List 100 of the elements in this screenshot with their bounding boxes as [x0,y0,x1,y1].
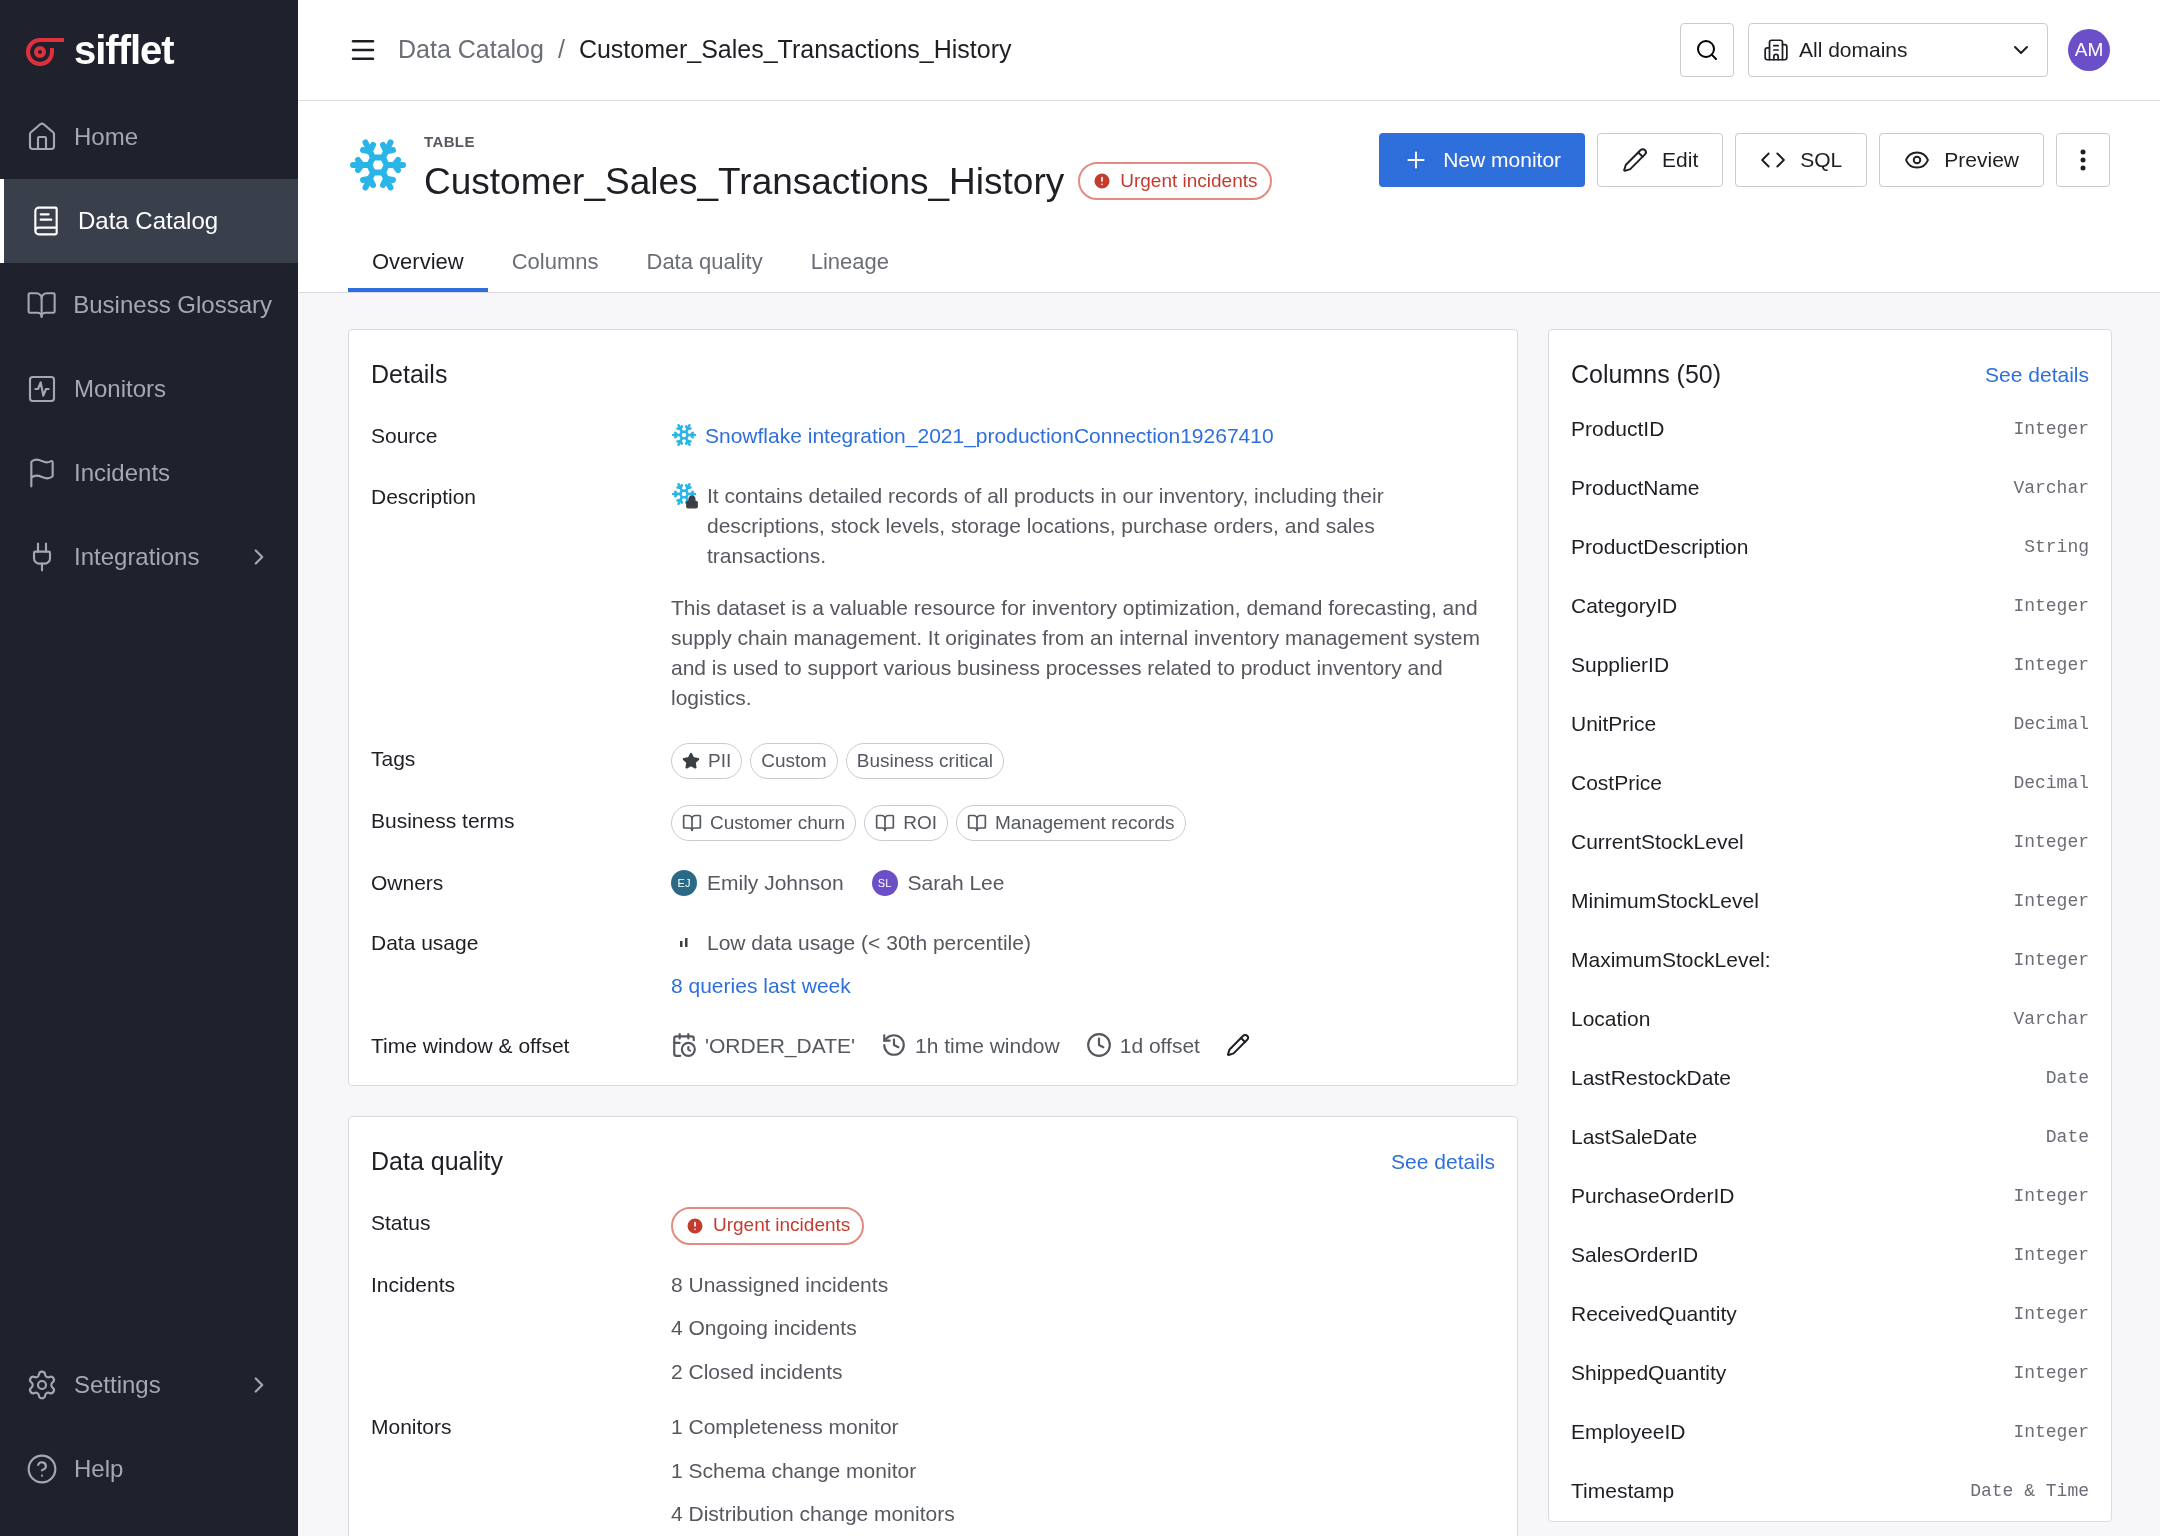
card-title: Columns (50) [1571,359,1722,390]
column-name: Timestamp [1571,1478,1675,1505]
logo-text: sifflet [74,27,174,74]
column-type: Decimal [2013,712,2089,736]
status-badge: Urgent incidents [671,1206,865,1245]
sidebar-item[interactable]: Help [0,1427,298,1511]
owner-avatar: EJ [671,869,697,896]
sidebar-item[interactable]: Settings [0,1343,298,1427]
action-button[interactable]: Edit [1597,133,1724,187]
incident-count: 2 Closed incidents [671,1358,844,1385]
breadcrumb-item: Customer_Sales_Transactions_History [578,34,1012,66]
column-name: SupplierID [1571,652,1670,679]
open-book-icon [682,813,702,833]
breadcrumb-separator: / [557,34,565,66]
breadcrumb-item[interactable]: Data Catalog [398,31,544,69]
domain-dropdown[interactable]: All domains [1748,23,2048,77]
column-type: Integer [2013,1243,2089,1267]
queries-link[interactable]: 8 queries last week [671,970,1031,1002]
column-name: ProductDescription [1571,534,1749,561]
column-name: SalesOrderID [1571,1242,1699,1269]
type-label: TABLE [424,132,476,152]
search-icon [1695,38,1719,62]
action-button[interactable]: SQL [1735,133,1868,187]
search-button[interactable] [1680,23,1734,77]
column-type: String [2024,535,2089,559]
field-label: Source [371,422,439,449]
card-title: Data quality [371,1146,504,1177]
see-details-link[interactable]: See details [1391,1146,1495,1178]
open-book-icon [966,813,987,833]
usage-bars-icon [680,937,688,947]
tab[interactable]: Columns [487,235,623,292]
column-name: PurchaseOrderID [1571,1183,1735,1210]
building-icon [1763,37,1789,63]
owner-avatar: SL [871,869,898,896]
incident-count: 4 Ongoing incidents [671,1315,858,1341]
settings-icon [26,1369,58,1401]
open-book-icon [26,289,58,321]
action-button[interactable]: New monitor [1379,133,1586,187]
incident-count: 8 Unassigned incidents [671,1271,889,1298]
sidebar-item[interactable]: Monitors [0,347,298,431]
help-icon [26,1453,58,1485]
calendar-clock-icon [671,1032,697,1059]
field-label: Tags [371,746,417,772]
column-name: ProductName [1571,475,1700,502]
owner-name: Emily Johnson [707,870,844,896]
sidebar-item[interactable]: Incidents [0,431,298,515]
sidebar-item[interactable]: Integrations [0,515,298,599]
time-window: 1h time window [915,1029,1060,1061]
column-type: Integer [2013,417,2089,441]
column-type: Decimal [2013,771,2089,795]
source-link[interactable]: Snowflake integration_2021_productionConnection19267410 [705,419,1274,451]
page-title: Customer_Sales_Transactions_History [424,159,1065,204]
open-book-icon [875,813,896,833]
time-column: 'ORDER_DATE' [705,1029,855,1061]
edit-icon[interactable] [1225,1033,1250,1058]
chart-icon [26,373,58,405]
column-type: Varchar [2013,476,2089,500]
description-text: This dataset is a valuable resource for inventory optimization, demand forecasting, and supply chain management. It originates from an internal inventory management system and is used to support various business processes related to product inventory and logistics. [671,595,1481,711]
column-type: Integer [2013,653,2089,677]
column-name: ShippedQuantity [1571,1360,1727,1387]
status-badge: Urgent incidents [1078,162,1272,201]
field-label: Incidents [371,1271,457,1298]
column-type: Date & Time [1970,1479,2089,1503]
column-name: LastSaleDate [1571,1124,1698,1151]
column-type: Varchar [2013,1007,2089,1031]
column-type: Integer [2013,948,2089,972]
column-name: ReceivedQuantity [1571,1301,1737,1328]
field-label: Description [371,484,478,510]
field-label: Data usage [371,929,480,956]
monitor-count: 1 Completeness monitor [671,1414,900,1440]
sidebar-item[interactable]: Home [0,95,298,179]
column-name: CostPrice [1571,770,1663,797]
tab[interactable]: Data quality [622,235,787,292]
tab[interactable]: Lineage [786,235,913,292]
user-avatar[interactable]: AM [2068,29,2110,71]
pencil-icon [1622,147,1649,173]
monitor-count: 1 Schema change monitor [671,1457,918,1484]
column-type: Date [2045,1066,2089,1090]
column-type: Integer [2013,1361,2089,1385]
action-button[interactable]: Preview [1879,133,2044,187]
column-name: UnitPrice [1571,711,1657,738]
card-title: Details [371,359,449,390]
column-name: MaximumStockLevel: [1571,947,1771,974]
field-label: Monitors [371,1414,453,1440]
field-label: Owners [371,870,445,896]
sidebar-item[interactable]: Business Glossary [0,263,298,347]
usage-text: Low data usage (< 30th percentile) [707,929,1031,956]
sidebar-item[interactable]: Data Catalog [0,179,298,263]
column-type: Integer [2013,889,2089,913]
column-type: Integer [2013,1184,2089,1208]
see-details-link[interactable]: See details [1985,359,2089,391]
column-name: Location [1571,1006,1651,1033]
column-name: LastRestockDate [1571,1065,1731,1092]
field-label: Time window & offset [371,1032,571,1059]
column-name: EmployeeID [1571,1419,1686,1446]
column-type: Date [2045,1125,2089,1149]
column-type: Integer [2013,594,2089,618]
field-label: Status [371,1209,432,1236]
column-type: Integer [2013,1420,2089,1444]
description-text: It contains detailed records of all products in our inventory, including their descriptions, stock levels, storage locations, purchase orders, and sales transactions. [707,483,1385,569]
